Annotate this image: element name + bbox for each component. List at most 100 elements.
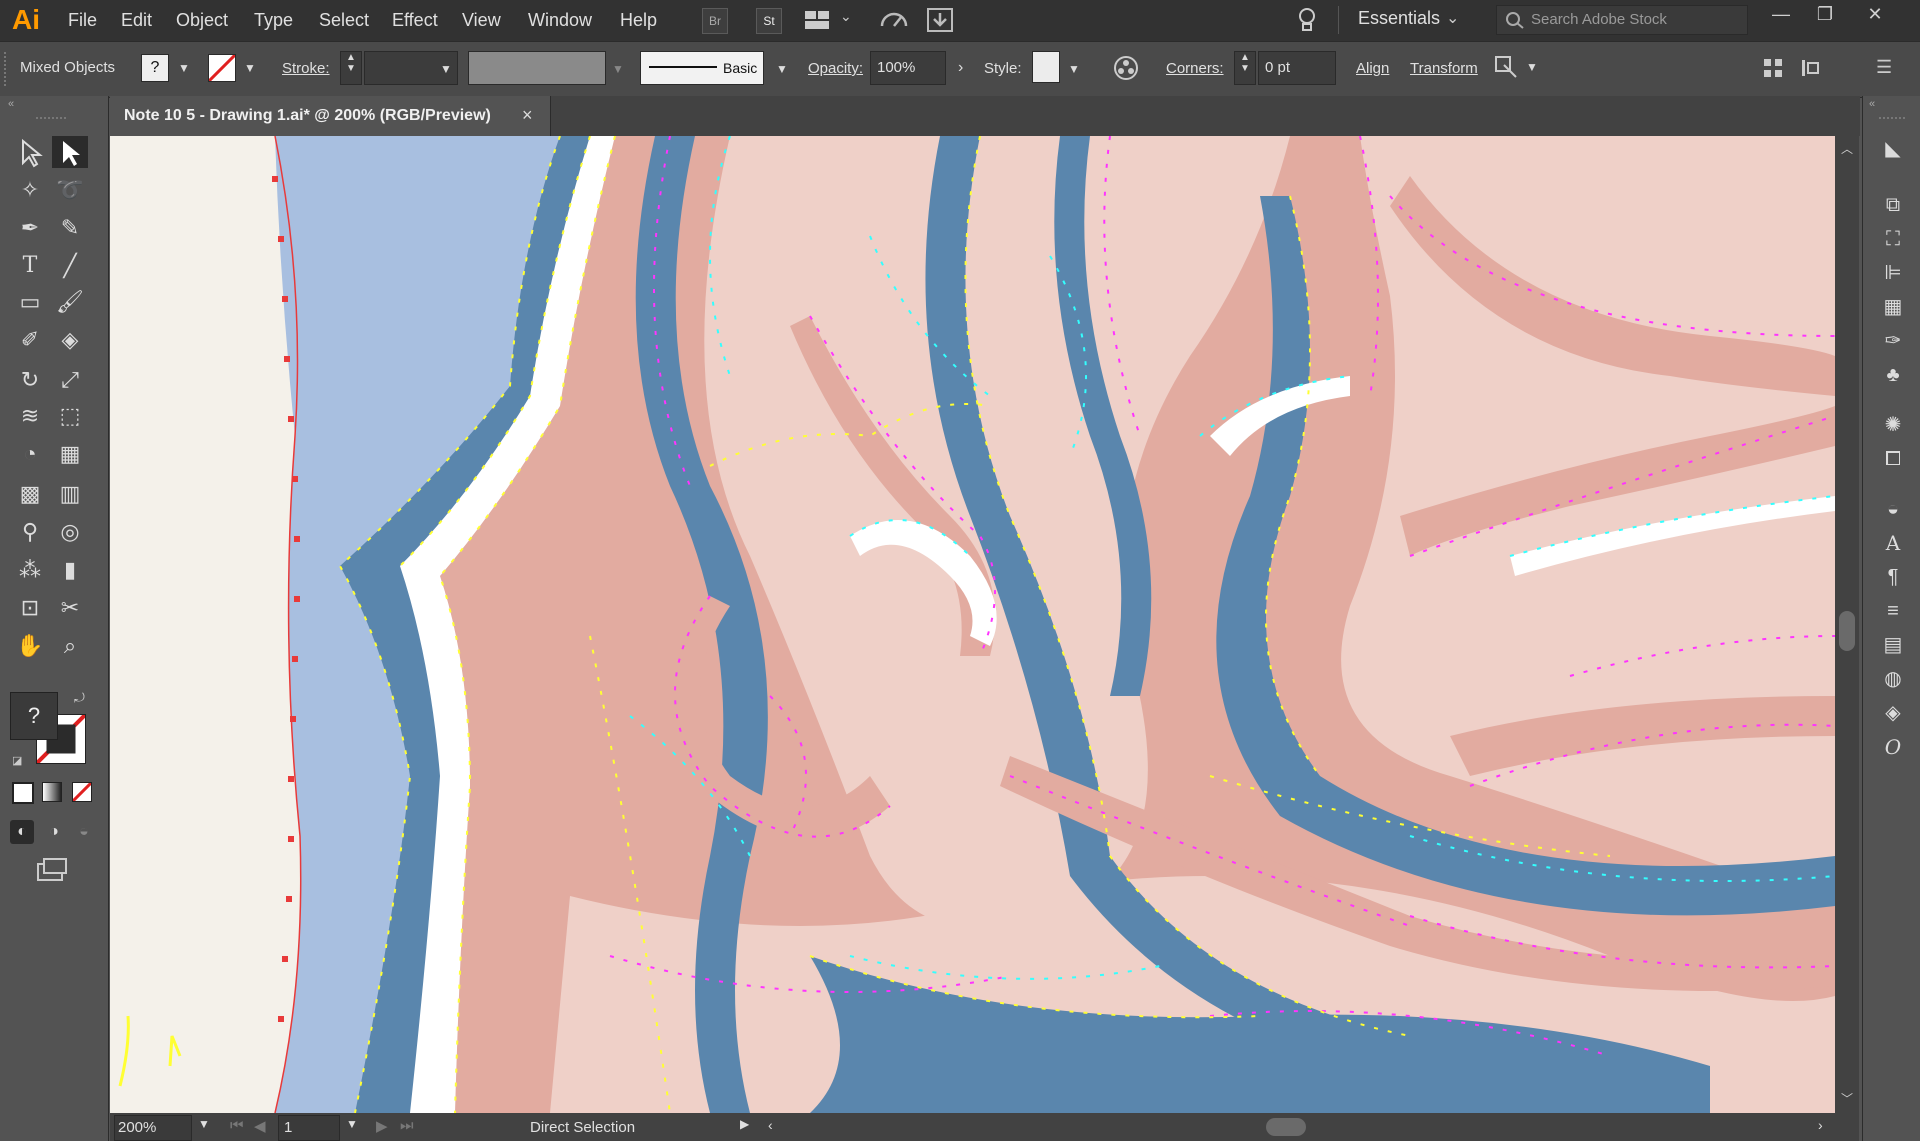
menu-object[interactable]: Object [176, 10, 228, 31]
shaper-tool-icon[interactable]: ✐ [12, 324, 48, 356]
scale-tool-icon[interactable]: ⤢ [52, 364, 88, 396]
chevron-down-icon[interactable]: ▼ [776, 62, 788, 76]
menu-edit[interactable]: Edit [121, 10, 152, 31]
isolate-group-icon[interactable] [1494, 55, 1518, 79]
chevron-down-icon[interactable]: ▼ [1526, 60, 1538, 74]
stroke-swatch[interactable] [207, 53, 237, 83]
mesh-tool-icon[interactable]: ▩ [12, 478, 48, 510]
symbols-panel-icon[interactable]: ♣ [1880, 362, 1906, 388]
gradient-panel-icon[interactable]: ▤ [1880, 632, 1906, 658]
gradient-tool-icon[interactable]: ▥ [52, 478, 88, 510]
color-guide-icon[interactable]: ◒ [1880, 496, 1906, 522]
distribute-icon[interactable] [1800, 57, 1826, 79]
direct-selection-tool-icon[interactable] [52, 136, 88, 168]
slice-tool-icon[interactable]: ✂ [52, 592, 88, 624]
zoom-tool-icon[interactable]: ⌕ [52, 630, 88, 662]
draw-inside-icon[interactable]: ◒ [72, 820, 96, 844]
fill-stroke-indicator[interactable]: ? [10, 692, 86, 764]
appearance-panel-icon[interactable]: ✺ [1880, 412, 1906, 438]
scroll-up-icon[interactable]: ︿ [1841, 140, 1853, 157]
previous-artboard-icon[interactable]: ◀ [254, 1117, 266, 1135]
menu-type[interactable]: Type [254, 10, 293, 31]
chevron-down-icon[interactable]: ⌄ [840, 8, 852, 25]
lightbulb-icon[interactable] [1296, 6, 1318, 34]
screen-mode-icon[interactable] [34, 856, 70, 884]
status-menu-icon[interactable]: ▶ [740, 1117, 749, 1131]
gpu-performance-icon[interactable] [878, 6, 910, 34]
current-tool-status[interactable]: Direct Selection [530, 1119, 635, 1136]
recolor-artwork-icon[interactable] [1112, 54, 1140, 82]
pen-tool-icon[interactable]: ✒ [12, 212, 48, 244]
rectangle-tool-icon[interactable]: ▭ [12, 286, 48, 318]
corners-label[interactable]: Corners: [1166, 60, 1224, 77]
paragraph-panel-icon[interactable]: ¶ [1880, 564, 1906, 590]
perspective-grid-icon[interactable]: ▦ [52, 438, 88, 470]
scroll-down-icon[interactable]: ﹀ [1841, 1090, 1853, 1107]
arrange-documents-icon[interactable] [804, 9, 830, 31]
width-tool-icon[interactable]: ≋ [12, 400, 48, 432]
glyphs-panel-icon[interactable]: O [1880, 734, 1906, 760]
hand-tool-icon[interactable]: ✋ [12, 630, 48, 662]
transform-button[interactable]: Transform [1410, 60, 1478, 77]
image-trace-icon[interactable]: ⧠ [1880, 446, 1906, 472]
scroll-thumb[interactable] [1839, 611, 1855, 651]
workspace-switcher[interactable]: Essentials [1358, 8, 1440, 29]
brush-definition[interactable]: Basic [640, 51, 764, 85]
artboard-tool-icon[interactable]: ⊡ [12, 592, 48, 624]
chevron-down-icon[interactable]: ▼ [178, 61, 190, 75]
corners-stepper[interactable]: ▲ ▼ [1234, 51, 1256, 85]
stroke-label[interactable]: Stroke: [282, 60, 330, 77]
chevron-right-icon[interactable]: › [958, 59, 963, 77]
menu-effect[interactable]: Effect [392, 10, 438, 31]
align-button[interactable]: Align [1356, 60, 1389, 77]
menu-view[interactable]: View [462, 10, 501, 31]
selection-tool-icon[interactable] [12, 136, 48, 168]
align-panel-icon[interactable]: ⊫ [1880, 260, 1906, 286]
opacity-label[interactable]: Opacity: [808, 60, 863, 77]
graphic-style-swatch[interactable] [1032, 51, 1060, 83]
horizontal-scroll-thumb[interactable] [1266, 1118, 1306, 1136]
last-artboard-icon[interactable]: ⏭ [400, 1117, 414, 1134]
scroll-left-icon[interactable]: ‹ [768, 1117, 773, 1133]
rotate-tool-icon[interactable]: ↻ [12, 364, 48, 396]
curvature-tool-icon[interactable]: ✎ [52, 212, 88, 244]
none-mode-icon[interactable] [72, 782, 92, 802]
vertical-scrollbar[interactable]: ︿ ﹀ [1835, 136, 1859, 1113]
properties-panel-icon[interactable]: ◣ [1880, 136, 1906, 162]
shape-builder-icon[interactable]: ◔ [12, 438, 48, 470]
eraser-icon[interactable]: ◈ [52, 324, 88, 356]
publish-icon[interactable] [926, 7, 954, 33]
type-tool-icon[interactable]: T [12, 250, 48, 282]
transform-panel-icon[interactable]: ⛶ [1880, 226, 1906, 252]
menu-help[interactable]: Help [620, 10, 657, 31]
minimize-button[interactable]: — [1766, 4, 1796, 28]
scroll-right-icon[interactable]: › [1818, 1117, 1823, 1133]
character-panel-icon[interactable]: A [1880, 530, 1906, 556]
fill-swatch[interactable]: ? [141, 54, 169, 82]
bridge-button[interactable]: Br [702, 8, 728, 34]
eyedropper-icon[interactable]: ⚲ [12, 516, 48, 548]
stock-button[interactable]: St [756, 8, 782, 34]
color-mode-icon[interactable] [12, 782, 34, 804]
variable-width-profile[interactable] [468, 51, 606, 85]
chevron-down-icon[interactable]: ⌄ [1446, 8, 1459, 28]
arrange-panels-icon[interactable] [1762, 57, 1784, 79]
gradient-mode-icon[interactable] [42, 782, 62, 802]
draw-normal-icon[interactable]: ◐ [10, 820, 34, 844]
stroke-stepper[interactable]: ▲ ▼ [340, 51, 362, 85]
chevron-down-icon[interactable]: ▼ [198, 1117, 210, 1131]
blend-tool-icon[interactable]: ◎ [52, 516, 88, 548]
next-artboard-icon[interactable]: ▶ [376, 1117, 388, 1135]
line-tool-icon[interactable]: ╱ [52, 250, 88, 282]
magic-wand-icon[interactable]: ✧ [12, 174, 48, 206]
menu-file[interactable]: File [68, 10, 97, 31]
corners-field[interactable]: 0 pt [1258, 51, 1336, 85]
artboard-canvas[interactable] [110, 136, 1835, 1113]
transparency-panel-icon[interactable]: ◍ [1880, 666, 1906, 692]
swatches-panel-icon[interactable]: ▦ [1880, 294, 1906, 320]
chevron-down-icon[interactable]: ▼ [244, 61, 256, 75]
menu-select[interactable]: Select [319, 10, 369, 31]
first-artboard-icon[interactable]: ⏮ [230, 1117, 244, 1134]
search-stock-field[interactable]: Search Adobe Stock [1496, 5, 1748, 35]
artwork[interactable] [110, 136, 1835, 1113]
